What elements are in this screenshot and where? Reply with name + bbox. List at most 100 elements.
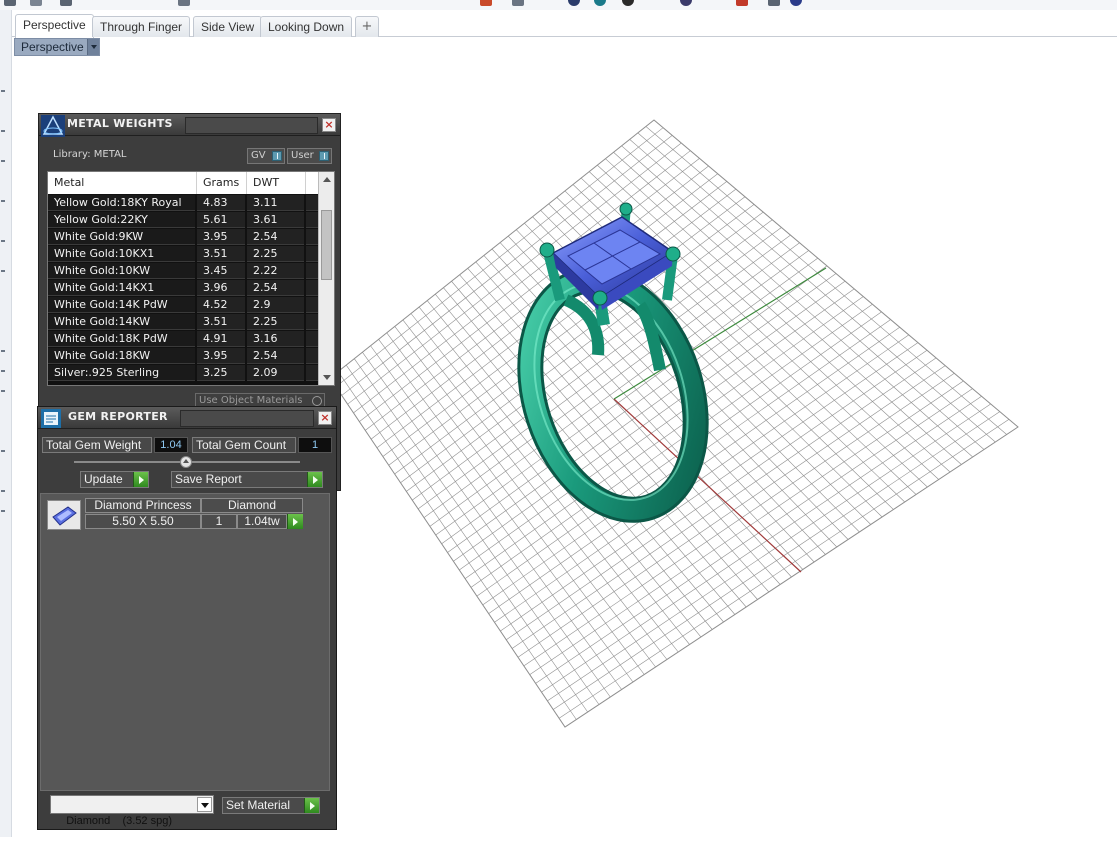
metal-table-body: Yellow Gold:18KY Royal 4.83 3.11 Yellow Gol…	[48, 195, 320, 382]
gem-reporter-logo-icon	[41, 409, 61, 428]
metal-row[interactable]: Yellow Gold:18KY Royal 4.83 3.11	[48, 195, 320, 212]
gem-name: Diamond Princess	[85, 498, 201, 513]
save-report-label: Save Report	[175, 472, 242, 486]
3d-viewport[interactable]	[330, 100, 1117, 837]
toolbar-tick[interactable]	[1, 390, 5, 392]
tab-side-view[interactable]: Side View	[193, 16, 263, 37]
titlebar-drag-area[interactable]	[180, 410, 314, 427]
play-icon	[304, 798, 319, 813]
titlebar-drag-area[interactable]	[185, 117, 318, 134]
metal-row[interactable]: White Gold:10KW 3.45 2.22	[48, 263, 320, 280]
metal-row[interactable]: White Gold:18K PdW 4.91 3.16	[48, 331, 320, 348]
total-gem-weight-value: 1.04	[154, 437, 188, 453]
column-header-grams[interactable]: Grams	[197, 172, 247, 194]
dwt-cell: 3.11	[247, 195, 304, 211]
toolbar-tick[interactable]	[1, 160, 5, 162]
tab-looking-down[interactable]: Looking Down	[260, 16, 353, 37]
update-button[interactable]: Update	[80, 471, 149, 488]
column-header-metal[interactable]: Metal	[48, 172, 197, 194]
grams-cell: 5.61	[197, 212, 245, 228]
gem-row[interactable]: Diamond Princess Diamond 5.50 X 5.50 1 1…	[47, 497, 303, 533]
toolbar-icon[interactable]	[480, 0, 492, 6]
tab-through-finger[interactable]: Through Finger	[92, 16, 191, 37]
gem-row-action-button[interactable]	[287, 514, 303, 529]
library-label: Library: METAL	[53, 149, 127, 160]
toolbar-tick[interactable]	[1, 270, 5, 272]
metal-row[interactable]: White Gold:9KW 3.95 2.54	[48, 229, 320, 246]
toolbar-tick[interactable]	[1, 200, 5, 202]
metal-table: Metal Grams DWT Yellow Gold:18KY Royal 4.…	[47, 171, 335, 386]
metal-table-scrollbar[interactable]	[318, 172, 334, 385]
toolbar-tick[interactable]	[1, 510, 5, 512]
total-gem-count-label: Total Gem Count	[192, 437, 296, 453]
toolbar-icon[interactable]	[622, 0, 634, 6]
toolbar-icon[interactable]	[568, 0, 580, 6]
save-report-button[interactable]: Save Report	[171, 471, 323, 488]
plus-icon[interactable]: +	[355, 16, 379, 37]
gem-report-list: Diamond Princess Diamond 5.50 X 5.50 1 1…	[40, 493, 330, 791]
metal-weights-titlebar[interactable]: METAL WEIGHTS ×	[39, 114, 340, 137]
grid-line	[553, 411, 1000, 710]
grams-cell: 3.25	[197, 365, 245, 381]
metal-row[interactable]: White Gold:18KW 3.95 2.54	[48, 348, 320, 365]
close-icon[interactable]: ×	[318, 411, 332, 425]
toolbar-tick[interactable]	[1, 370, 5, 372]
toolbar-icon[interactable]	[768, 0, 780, 6]
metal-name-cell: White Gold:14K PdW	[48, 297, 195, 313]
metal-row[interactable]: White Gold:14K PdW 4.52 2.9	[48, 297, 320, 314]
scroll-thumb[interactable]	[321, 210, 332, 280]
dwt-cell: 3.16	[247, 331, 304, 347]
dwt-cell: 2.54	[247, 280, 304, 296]
gv-label: GV	[251, 150, 266, 161]
toolbar-icon[interactable]	[4, 0, 16, 6]
gem-thumbnail-icon	[47, 500, 81, 530]
column-header-dwt[interactable]: DWT	[247, 172, 306, 194]
gem-size: 5.50 X 5.50	[85, 514, 201, 529]
viewport-title-dropdown[interactable]: Perspective	[14, 38, 100, 56]
grams-cell: 3.51	[197, 246, 245, 262]
toolbar-icon[interactable]	[736, 0, 748, 6]
metal-row[interactable]: White Gold:14KW 3.51 2.25	[48, 314, 320, 331]
viewport-title: Perspective	[21, 40, 84, 54]
toolbar-icon[interactable]	[594, 0, 606, 6]
gem-reporter-titlebar[interactable]: GEM REPORTER ×	[38, 407, 336, 429]
toolbar-tick[interactable]	[1, 240, 5, 242]
toolbar-tick[interactable]	[1, 90, 5, 92]
set-material-button[interactable]: Set Material	[222, 797, 320, 814]
close-icon[interactable]: ×	[322, 118, 336, 132]
grid-border	[330, 119, 1019, 728]
collapse-handle-icon[interactable]	[180, 456, 192, 468]
material-select[interactable]: Diamond (3.52 spg)	[50, 795, 214, 827]
chevron-down-icon[interactable]	[197, 797, 212, 812]
toolbar-icon[interactable]	[30, 0, 42, 6]
dwt-cell: 2.54	[247, 348, 304, 364]
toolbar-icon[interactable]	[512, 0, 524, 6]
gem-material: Diamond	[201, 498, 303, 513]
toolbar-tick[interactable]	[1, 350, 5, 352]
metal-row[interactable]: White Gold:14KX1 3.96 2.54	[48, 280, 320, 297]
toolbar-icon[interactable]	[680, 0, 692, 6]
toolbar-icon[interactable]	[790, 0, 802, 6]
panel-title: METAL WEIGHTS	[67, 117, 173, 130]
toolbar-tick[interactable]	[1, 130, 5, 132]
metal-row[interactable]: Silver:.925 Sterling 3.25 2.09	[48, 365, 320, 382]
dwt-cell: 2.22	[247, 263, 304, 279]
tab-perspective[interactable]: Perspective	[15, 14, 94, 38]
chevron-down-icon[interactable]	[87, 39, 99, 55]
toolbar-icon[interactable]	[178, 0, 190, 6]
scroll-down-icon[interactable]	[323, 375, 331, 380]
metal-row[interactable]: White Gold:10KX1 3.51 2.25	[48, 246, 320, 263]
metal-name-cell: White Gold:18KW	[48, 348, 195, 364]
gv-toggle[interactable]: GV	[247, 148, 285, 164]
metal-name-cell: Yellow Gold:18KY Royal	[48, 195, 195, 211]
toolbar-tick[interactable]	[1, 450, 5, 452]
dwt-cell: 2.09	[247, 365, 304, 381]
toolbar-tick[interactable]	[1, 490, 5, 492]
radio-icon[interactable]	[312, 396, 322, 406]
metal-row[interactable]: Yellow Gold:22KY 5.61 3.61	[48, 212, 320, 229]
scroll-up-icon[interactable]	[323, 177, 331, 182]
panel-resize-slider[interactable]	[74, 456, 300, 468]
toolbar-icon[interactable]	[60, 0, 72, 6]
user-toggle[interactable]: User	[287, 148, 332, 164]
use-object-materials-label: Use Object Materials	[199, 395, 303, 406]
